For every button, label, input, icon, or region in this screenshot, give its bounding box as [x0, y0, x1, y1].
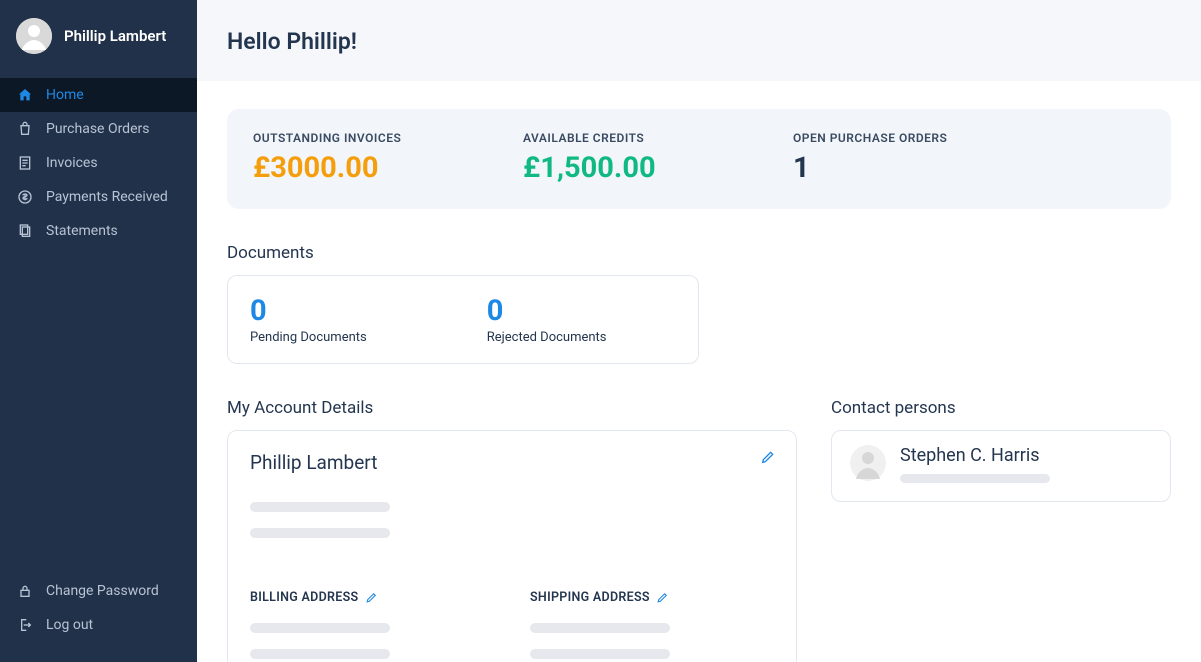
shipping-address-title: SHIPPING ADDRESS: [530, 590, 669, 605]
home-icon: [16, 87, 34, 103]
stat-value: 1: [793, 151, 993, 185]
main-content: Hello Phillip! OUTSTANDING INVOICES £300…: [197, 0, 1201, 662]
shipping-address-label: SHIPPING ADDRESS: [530, 590, 650, 605]
contact-avatar: [850, 445, 886, 481]
sidebar-item-label: Statements: [46, 223, 118, 239]
contact-card: Stephen C. Harris: [831, 430, 1171, 502]
edit-icon[interactable]: [656, 591, 669, 604]
sidebar-nav: Home Purchase Orders Invoices Payments R…: [0, 78, 197, 248]
sidebar-item-logout[interactable]: Log out: [0, 608, 197, 642]
documents-count: 0: [487, 294, 607, 328]
hero-section: Hello Phillip!: [197, 0, 1201, 81]
placeholder-line: [250, 649, 390, 659]
greeting-title: Hello Phillip!: [227, 28, 1171, 55]
dollar-icon: [16, 189, 34, 205]
stat-label: OPEN PURCHASE ORDERS: [793, 131, 993, 145]
sidebar-item-payments-received[interactable]: Payments Received: [0, 180, 197, 214]
avatar-icon: [16, 18, 52, 54]
stat-value: £1,500.00: [523, 151, 723, 185]
person-icon: [850, 445, 886, 481]
edit-icon[interactable]: [365, 591, 378, 604]
stats-card: OUTSTANDING INVOICES £3000.00 AVAILABLE …: [227, 109, 1171, 209]
documents-count: 0: [250, 294, 367, 328]
billing-address-label: BILLING ADDRESS: [250, 590, 359, 605]
receipt-icon: [16, 155, 34, 171]
sidebar-item-label: Change Password: [46, 583, 159, 599]
user-avatar: [16, 18, 52, 54]
account-card: Phillip Lambert BILLING ADDRESS: [227, 430, 797, 662]
sidebar-item-statements[interactable]: Statements: [0, 214, 197, 248]
documents-pending: 0 Pending Documents: [250, 294, 367, 345]
content-area: OUTSTANDING INVOICES £3000.00 AVAILABLE …: [197, 81, 1201, 662]
sidebar-item-label: Invoices: [46, 155, 98, 171]
sidebar-item-label: Purchase Orders: [46, 121, 149, 137]
contact-person-name: Stephen C. Harris: [900, 445, 1050, 466]
stat-label: OUTSTANDING INVOICES: [253, 131, 453, 145]
stat-available-credits: AVAILABLE CREDITS £1,500.00: [523, 131, 723, 185]
sidebar-item-label: Payments Received: [46, 189, 168, 205]
shopping-bag-icon: [16, 121, 34, 137]
file-icon: [16, 223, 34, 239]
placeholder-line: [530, 649, 670, 659]
stat-outstanding-invoices: OUTSTANDING INVOICES £3000.00: [253, 131, 453, 185]
stat-value: £3000.00: [253, 151, 453, 185]
documents-rejected: 0 Rejected Documents: [487, 294, 607, 345]
documents-card: 0 Pending Documents 0 Rejected Documents: [227, 275, 699, 364]
sidebar-item-change-password[interactable]: Change Password: [0, 574, 197, 608]
sidebar-user-name: Phillip Lambert: [64, 27, 166, 45]
shipping-address: SHIPPING ADDRESS: [530, 586, 750, 662]
stat-open-purchase-orders: OPEN PURCHASE ORDERS 1: [793, 131, 993, 185]
logout-icon: [16, 617, 34, 633]
placeholder-line: [250, 528, 390, 538]
stat-label: AVAILABLE CREDITS: [523, 131, 723, 145]
sidebar-user-header: Phillip Lambert: [0, 0, 197, 72]
contacts-section-title: Contact persons: [831, 398, 1171, 418]
account-section-title: My Account Details: [227, 398, 797, 418]
placeholder-line: [250, 502, 390, 512]
documents-label: Rejected Documents: [487, 330, 607, 345]
placeholder-line: [530, 623, 670, 633]
account-name: Phillip Lambert: [250, 451, 774, 474]
edit-account-icon[interactable]: [760, 449, 776, 469]
placeholder-line: [250, 623, 390, 633]
billing-address-title: BILLING ADDRESS: [250, 590, 378, 605]
sidebar-item-label: Log out: [46, 617, 93, 633]
sidebar-item-invoices[interactable]: Invoices: [0, 146, 197, 180]
sidebar-item-label: Home: [46, 87, 84, 103]
sidebar: Phillip Lambert Home Purchase Orders Inv…: [0, 0, 197, 662]
billing-address: BILLING ADDRESS: [250, 586, 470, 662]
lock-icon: [16, 583, 34, 599]
address-row: BILLING ADDRESS SHIPPING ADDRESS: [250, 586, 774, 662]
sidebar-bottom: Change Password Log out: [0, 574, 197, 662]
sidebar-item-home[interactable]: Home: [0, 78, 197, 112]
sidebar-item-purchase-orders[interactable]: Purchase Orders: [0, 112, 197, 146]
documents-label: Pending Documents: [250, 330, 367, 345]
placeholder-line: [900, 474, 1050, 483]
documents-section-title: Documents: [227, 243, 1171, 263]
